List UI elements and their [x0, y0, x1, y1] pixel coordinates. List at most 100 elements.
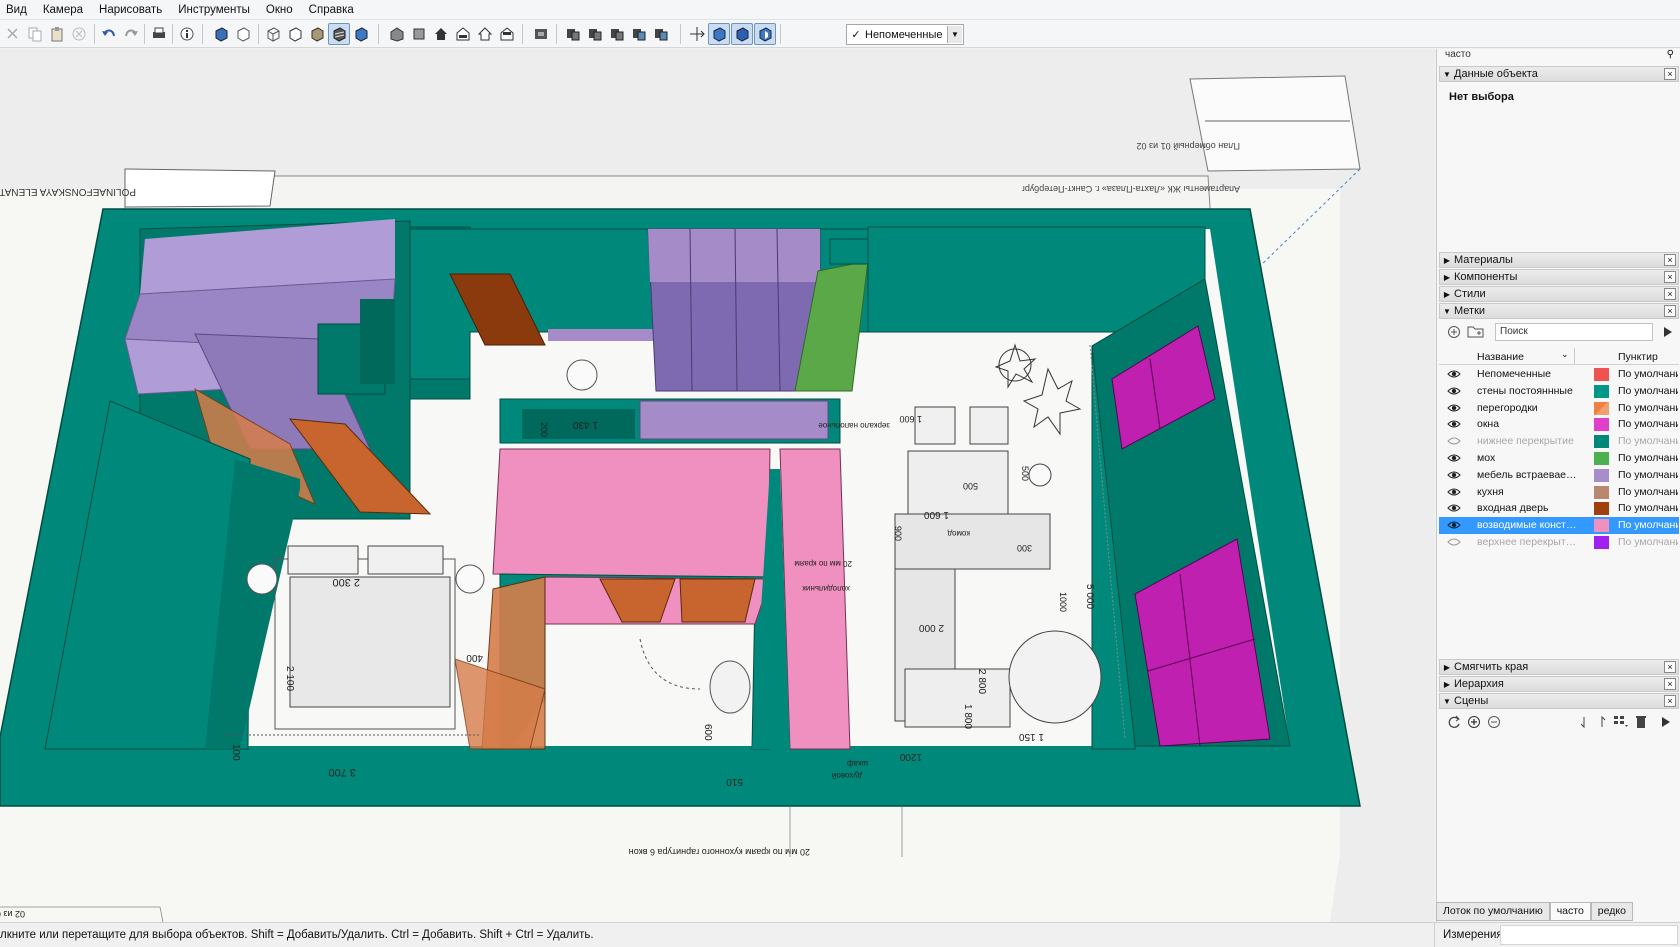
iso-view-icon[interactable]	[386, 23, 408, 45]
eye-icon[interactable]	[1447, 503, 1461, 513]
tags-details-icon[interactable]	[1661, 325, 1675, 339]
wardrobe-top[interactable]	[648, 229, 820, 282]
layer-tool-2-icon[interactable]	[584, 23, 606, 45]
back-view-icon[interactable]	[474, 23, 496, 45]
tag-row[interactable]: мебель встраеваемая По умолчанию	[1439, 467, 1679, 484]
tag-dash[interactable]: По умолчанию	[1618, 502, 1678, 514]
menu-help[interactable]: Справка	[301, 0, 362, 20]
tag-color-swatch[interactable]	[1594, 519, 1609, 533]
tag-color-swatch[interactable]	[1594, 502, 1609, 516]
pin-icon[interactable]: ⚲	[1667, 49, 1674, 60]
tag-color-swatch[interactable]	[1594, 401, 1609, 415]
tag-dash[interactable]: По умолчанию	[1618, 519, 1678, 531]
chevron-down-icon[interactable]: ▼	[947, 26, 962, 43]
layer-tool-3-icon[interactable]	[606, 23, 628, 45]
tag-color-swatch[interactable]	[1594, 418, 1609, 432]
eye-icon[interactable]	[1447, 470, 1461, 480]
tag-row[interactable]: нижнее перекрытие По умолчанию	[1439, 433, 1679, 450]
add-scene-icon[interactable]	[1467, 715, 1481, 729]
view-options-icon[interactable]	[1613, 715, 1629, 729]
tag-dash[interactable]: По умолчанию	[1618, 402, 1678, 414]
tags-column-dash[interactable]: Пунктир	[1618, 351, 1658, 363]
eye-hidden-icon[interactable]	[1447, 537, 1461, 547]
section-plane-icon[interactable]	[530, 23, 552, 45]
tag-color-swatch[interactable]	[1594, 485, 1609, 499]
axes-icon[interactable]	[686, 23, 708, 45]
tag-dash[interactable]: По умолчанию	[1618, 452, 1678, 464]
tags-column-name[interactable]: Название	[1477, 351, 1524, 363]
moss-cap[interactable]	[829, 238, 871, 265]
tag-row[interactable]: перегородки По умолчанию	[1439, 400, 1679, 417]
hidden-line-icon[interactable]	[284, 23, 306, 45]
top-view-icon[interactable]	[408, 23, 430, 45]
move-scene-down-icon[interactable]	[1579, 715, 1591, 729]
right-view-icon[interactable]	[452, 23, 474, 45]
layer-tool-5-icon[interactable]	[650, 23, 672, 45]
panel-entity-info[interactable]: ▼ Данные объекта ×	[1439, 66, 1679, 82]
tag-row[interactable]: стены постояннные По умолчанию	[1439, 383, 1679, 400]
close-icon[interactable]: ×	[1664, 678, 1676, 690]
tags-search-input[interactable]: Поиск	[1495, 323, 1653, 341]
wireframe-icon[interactable]	[262, 23, 284, 45]
close-icon[interactable]: ×	[1664, 695, 1676, 707]
tag-color-swatch[interactable]	[1594, 384, 1609, 398]
stair-side[interactable]	[360, 299, 395, 384]
layer-tool-1-icon[interactable]	[562, 23, 584, 45]
tag-row[interactable]: верхнее перекрытие По умолчанию	[1439, 534, 1679, 551]
scene-details-icon[interactable]	[1659, 715, 1673, 729]
tag-color-swatch[interactable]	[1594, 468, 1609, 482]
add-tag-icon[interactable]	[1447, 325, 1461, 339]
eye-hidden-icon[interactable]	[1447, 436, 1461, 446]
undo-icon[interactable]	[98, 23, 120, 45]
monochrome-icon[interactable]	[350, 23, 372, 45]
pink-frame-shelf[interactable]	[639, 400, 829, 440]
tag-color-swatch[interactable]	[1594, 368, 1609, 381]
new-construction-top[interactable]	[492, 448, 771, 580]
print-icon[interactable]	[148, 23, 170, 45]
tag-dash[interactable]: По умолчанию	[1618, 469, 1678, 481]
tag-color-swatch[interactable]	[1594, 535, 1609, 549]
shelf[interactable]	[548, 329, 660, 341]
eye-icon[interactable]	[1447, 369, 1461, 379]
tag-row[interactable]: Непомеченные По умолчанию	[1439, 366, 1679, 383]
component-tool-2-icon[interactable]	[731, 23, 753, 45]
tag-dash[interactable]: По умолчанию	[1618, 368, 1678, 380]
panel-tags[interactable]: ▼ Метки ×	[1439, 303, 1679, 319]
tag-color-swatch[interactable]	[1594, 435, 1609, 449]
bath-partition-2[interactable]	[679, 578, 756, 623]
component-tool-3-icon[interactable]	[754, 23, 776, 45]
copy-icon[interactable]	[24, 23, 46, 45]
eye-icon[interactable]	[1447, 520, 1461, 530]
panel-outliner[interactable]: ▶ Иерархия ×	[1439, 676, 1679, 692]
eye-icon[interactable]	[1447, 419, 1461, 429]
refresh-icon[interactable]	[1447, 715, 1461, 729]
add-folder-icon[interactable]	[1467, 324, 1485, 339]
tray-tab-rare[interactable]: редко	[1590, 902, 1633, 921]
model-scene[interactable]: POLINAEFONSKAYA ELENATROFIMOVA План обме…	[0, 49, 1434, 922]
measurements-input[interactable]	[1500, 925, 1678, 945]
tag-dash[interactable]: По умолчанию	[1618, 385, 1678, 397]
panel-styles[interactable]: ▶ Стили ×	[1439, 286, 1679, 302]
tag-row[interactable]: окна По умолчанию	[1439, 416, 1679, 433]
tag-row[interactable]: входная дверь По умолчанию	[1439, 500, 1679, 517]
remove-scene-icon[interactable]	[1487, 715, 1501, 729]
menu-window[interactable]: Окно	[258, 0, 301, 20]
component-tool-1-icon[interactable]	[708, 23, 730, 45]
eye-icon[interactable]	[1447, 386, 1461, 396]
tag-dash[interactable]: По умолчанию	[1618, 435, 1678, 447]
panel-soften-edges[interactable]: ▶ Смягчить края ×	[1439, 659, 1679, 675]
close-icon[interactable]: ×	[1664, 68, 1676, 80]
trash-icon[interactable]	[1635, 714, 1647, 729]
shaded-textures-icon[interactable]	[328, 23, 350, 45]
move-scene-up-icon[interactable]	[1595, 715, 1607, 729]
menu-tools[interactable]: Инструменты	[170, 0, 258, 20]
close-icon[interactable]: ×	[1664, 305, 1676, 317]
new-construction-column[interactable]	[779, 448, 851, 750]
back-edges-icon[interactable]	[232, 23, 254, 45]
front-view-icon[interactable]	[430, 23, 452, 45]
tag-row-selected[interactable]: возводимые конструкции По умолчанию	[1439, 517, 1679, 534]
tag-color-swatch[interactable]	[1594, 451, 1609, 465]
close-icon[interactable]: ×	[1664, 254, 1676, 266]
tag-row[interactable]: мох По умолчанию	[1439, 450, 1679, 467]
panel-scenes[interactable]: ▼ Сцены ×	[1439, 693, 1679, 709]
